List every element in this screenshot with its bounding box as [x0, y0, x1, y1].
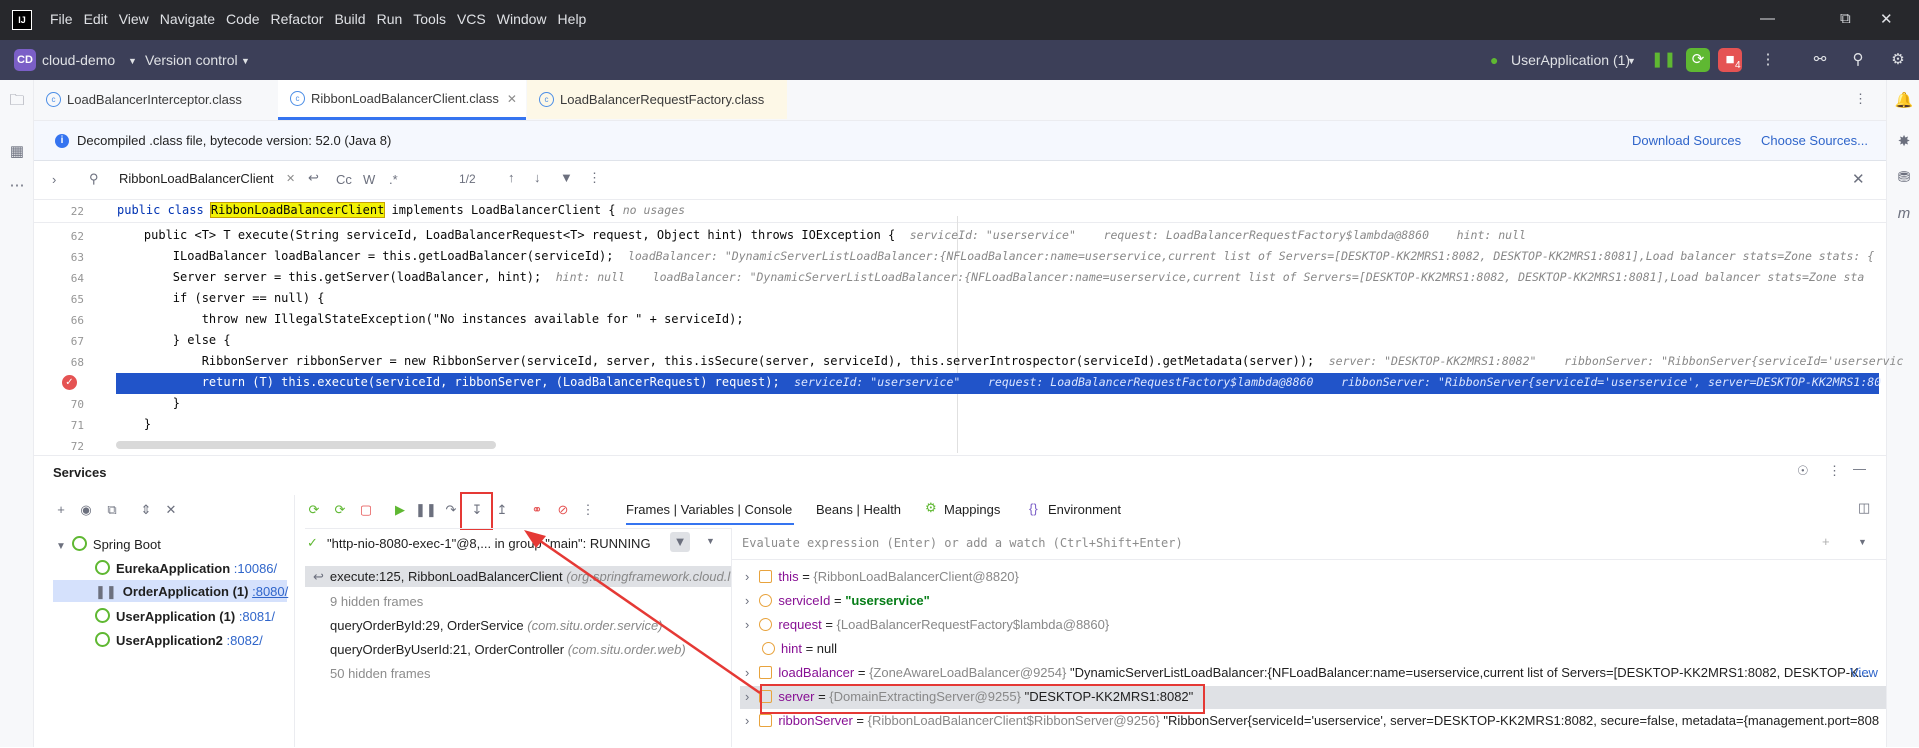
annotation-arrow	[524, 530, 761, 695]
